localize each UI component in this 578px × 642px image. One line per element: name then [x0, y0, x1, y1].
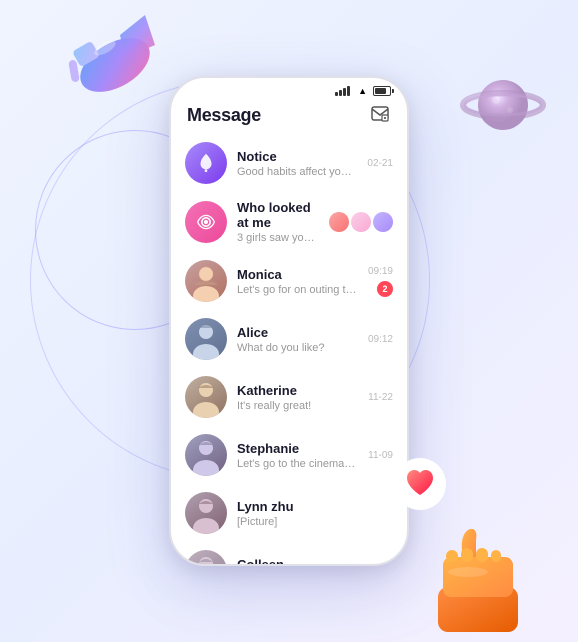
- message-list: Notice Good habits affect your life 02-2…: [171, 134, 407, 566]
- message-meta: 09:19 2: [368, 266, 393, 297]
- message-meta: 11-22: [368, 392, 393, 403]
- avatar: [185, 434, 227, 476]
- message-preview: It's really great!: [237, 400, 358, 412]
- message-content: Who looked at me 3 girls saw you 3mine a…: [237, 200, 319, 244]
- contact-name: Notice: [237, 149, 357, 164]
- list-item[interactable]: Monica Let's go for on outing this weeke…: [171, 252, 407, 310]
- wifi-icon: ▲: [358, 86, 367, 96]
- compose-icon[interactable]: [369, 104, 391, 126]
- phone-mockup: ▲ Message: [169, 76, 409, 566]
- planet-icon: [458, 60, 548, 150]
- contact-name: Colleen: [237, 557, 357, 567]
- avatar: [185, 492, 227, 534]
- message-meta: [329, 212, 393, 232]
- message-preview: Let's go for on outing this weekend~: [237, 284, 358, 296]
- message-content: Lynn zhu [Picture]: [237, 499, 383, 528]
- app-title: Message: [187, 105, 261, 126]
- viewer-avatars: [329, 212, 393, 232]
- message-meta: 02-21: [367, 158, 393, 169]
- battery-icon: [373, 86, 391, 96]
- list-item[interactable]: Lynn zhu [Picture]: [171, 484, 407, 542]
- message-preview: [Picture]: [237, 516, 383, 528]
- avatar: [185, 142, 227, 184]
- megaphone-icon: [50, 0, 170, 110]
- contact-name: Lynn zhu: [237, 499, 383, 514]
- message-content: Colleen [Video]: [237, 557, 357, 567]
- thumbs-up-icon: [418, 502, 538, 632]
- avatar: [185, 550, 227, 566]
- contact-name: Who looked at me: [237, 200, 319, 230]
- avatar: [185, 376, 227, 418]
- message-preview: Good habits affect your life: [237, 166, 357, 178]
- message-meta: 11-09: [368, 450, 393, 461]
- message-content: Alice What do you like?: [237, 325, 358, 354]
- contact-name: Katherine: [237, 383, 358, 398]
- contact-name: Monica: [237, 267, 358, 282]
- heart-reaction-icon: [393, 457, 448, 512]
- message-time: 11-09: [368, 450, 393, 461]
- list-item[interactable]: Who looked at me 3 girls saw you 3mine a…: [171, 192, 407, 252]
- message-preview: What do you like?: [237, 342, 358, 354]
- list-item[interactable]: Stephanie Let's go to the cinema togethe…: [171, 426, 407, 484]
- message-time: 09:19: [368, 266, 393, 277]
- list-item[interactable]: Notice Good habits affect your life 02-2…: [171, 134, 407, 192]
- status-bar: ▲: [171, 78, 407, 100]
- message-meta: 10-23: [367, 566, 393, 567]
- signal-icon: [335, 86, 350, 96]
- message-time: 11-22: [368, 392, 393, 403]
- unread-badge: 2: [377, 281, 393, 297]
- message-preview: 3 girls saw you 3mine ago: [237, 232, 319, 244]
- message-meta: 09:12: [368, 334, 393, 345]
- app-header: Message: [171, 100, 407, 134]
- message-content: Stephanie Let's go to the cinema togethe…: [237, 441, 358, 470]
- avatar: [185, 201, 227, 243]
- message-time: 02-21: [367, 158, 393, 169]
- contact-name: Stephanie: [237, 441, 358, 456]
- message-content: Monica Let's go for on outing this weeke…: [237, 267, 358, 296]
- message-preview: Let's go to the cinema together: [237, 458, 358, 470]
- contact-name: Alice: [237, 325, 358, 340]
- list-item[interactable]: Colleen [Video] 10-23: [171, 542, 407, 566]
- message-content: Katherine It's really great!: [237, 383, 358, 412]
- avatar: [185, 260, 227, 302]
- list-item[interactable]: Katherine It's really great! 11-22: [171, 368, 407, 426]
- avatar: [185, 318, 227, 360]
- message-time: 09:12: [368, 334, 393, 345]
- message-time: 10-23: [367, 566, 393, 567]
- list-item[interactable]: Alice What do you like? 09:12: [171, 310, 407, 368]
- message-content: Notice Good habits affect your life: [237, 149, 357, 178]
- phone-screen: ▲ Message: [169, 76, 409, 566]
